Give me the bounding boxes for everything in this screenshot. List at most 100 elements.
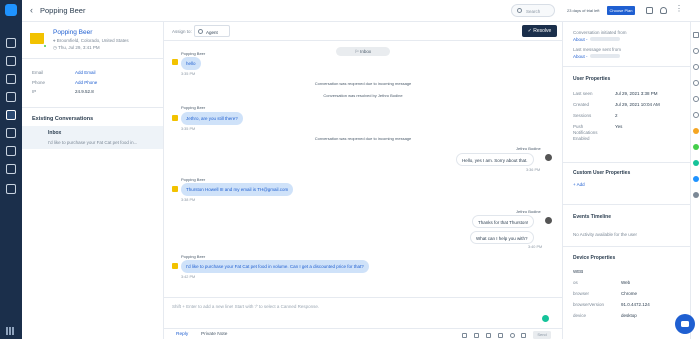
analytics-icon[interactable]	[6, 164, 16, 174]
events-timeline-title: Events Timeline	[573, 214, 611, 220]
integration-teal-icon[interactable]	[693, 160, 699, 166]
conversation-item-snippet: I'd like to purchase your Fat Cat pet fo…	[48, 140, 138, 145]
agent-icon	[198, 29, 203, 34]
divider	[563, 162, 691, 163]
device-label: device	[573, 313, 587, 318]
sender-name: Popping Beer	[181, 105, 206, 110]
grammarly-icon[interactable]	[542, 315, 549, 322]
integration-blue-icon[interactable]	[693, 176, 699, 182]
integrations-strip	[690, 22, 700, 339]
inbox-pill: ⚐ Inbox	[336, 47, 390, 56]
conversations-icon[interactable]	[6, 128, 16, 138]
tab-reply[interactable]: Reply	[176, 332, 188, 337]
push-label-line2: Notifications	[573, 130, 598, 135]
message-bubble: What can I help you with?	[470, 231, 534, 244]
emoji-icon[interactable]	[462, 332, 467, 338]
canned-response-icon[interactable]	[521, 332, 526, 338]
list-icon[interactable]	[693, 64, 699, 70]
app-logo[interactable]	[5, 4, 17, 16]
integration-orange-icon[interactable]	[693, 128, 699, 134]
sessions-label: Sessions	[573, 113, 592, 118]
message-time: 3:35 PM	[181, 72, 196, 76]
tab-private-note[interactable]: Private Note	[201, 332, 227, 337]
search-icon	[517, 8, 522, 13]
created-value: Jul 29, 2021 10:04 AM	[615, 102, 660, 107]
initiated-link[interactable]: About -	[573, 37, 588, 42]
ip-label: IP	[32, 89, 37, 94]
message-bubble: Thanks for that Thurston!	[472, 215, 535, 228]
resolve-button[interactable]: ✓ Resolve	[522, 25, 557, 37]
add-property-link[interactable]: + Add	[573, 182, 585, 187]
smile-icon[interactable]	[510, 332, 515, 338]
integration-gray-icon[interactable]	[693, 192, 699, 198]
push-label-line1: Push	[573, 124, 584, 129]
reply-composer[interactable]: Shift + Enter to add a new line! Start w…	[164, 297, 562, 339]
assign-label: Assign to:	[172, 29, 192, 34]
redacted-text	[590, 37, 620, 41]
last-seen-value: Jul 29, 2021 3:38 PM	[615, 91, 658, 96]
message-bubble: Thurston Howell III and my email is TH@g…	[181, 183, 294, 196]
sender-avatar	[172, 186, 178, 192]
sender-name: Jethro Bodine	[516, 146, 541, 151]
created-label: Created	[573, 102, 590, 107]
contact-location-text: Broomfield, Colorado, United States	[56, 38, 129, 43]
bot-icon[interactable]	[6, 146, 16, 156]
conversation-list-item[interactable]: Inbox I'd like to purchase your Fat Cat …	[22, 126, 163, 149]
contacts-icon[interactable]	[6, 110, 16, 120]
last-message-link[interactable]: About -	[573, 54, 588, 59]
flows-icon[interactable]	[6, 56, 16, 66]
integration-green-icon[interactable]	[693, 144, 699, 150]
cart-icon[interactable]	[693, 112, 699, 118]
divider	[563, 204, 691, 205]
top-bar: ‹ Popping Beer Search 23 days of trial l…	[22, 0, 700, 22]
bell-icon[interactable]	[660, 7, 667, 14]
panel-toggle-icon[interactable]	[693, 32, 699, 38]
agent-dropdown[interactable]: Agent	[194, 25, 230, 37]
message-bubble: I'd like to purchase your Fat Cat pet fo…	[181, 260, 369, 273]
sender-avatar	[172, 59, 178, 65]
image-icon[interactable]	[486, 332, 491, 338]
os-label: os	[573, 280, 578, 285]
message-bubble: Jethro, are you still there?	[181, 112, 243, 125]
contact-location: ⌖ Broomfield, Colorado, United States	[53, 38, 129, 43]
divider	[563, 246, 691, 247]
contact-date-text: Thu, Jul 29, 3:41 PM	[58, 45, 100, 50]
calendar-icon[interactable]	[693, 96, 699, 102]
system-message: Conversation was reopened due to incomin…	[314, 136, 412, 141]
message-time: 3:40 PM	[528, 245, 543, 249]
dashboard-icon[interactable]	[6, 38, 16, 48]
send-button[interactable]: Send	[533, 331, 551, 339]
kebab-menu-icon[interactable]: ⋮	[675, 4, 683, 13]
agent-label: Agent	[206, 29, 218, 35]
sender-name: Popping Beer	[181, 51, 206, 56]
details-panel: Conversation initiated from About - Last…	[562, 22, 691, 339]
choose-plan-button[interactable]: Choose Plan	[607, 6, 635, 15]
chat-widget-button[interactable]	[675, 314, 695, 334]
initiated-label: Conversation initiated from	[573, 30, 627, 35]
settings-icon[interactable]	[6, 184, 16, 194]
add-email-link[interactable]: Add Email	[75, 70, 96, 75]
email-label: Email	[32, 70, 44, 75]
apps-grid-icon[interactable]	[6, 327, 14, 335]
online-status-dot	[43, 44, 47, 48]
divider	[563, 66, 691, 67]
browser-value: Chrome	[621, 291, 638, 296]
trial-text: 23 days of trial left	[567, 8, 600, 13]
ticket-icon[interactable]	[693, 80, 699, 86]
code-icon[interactable]	[498, 332, 503, 338]
sender-avatar	[172, 115, 178, 121]
search-input[interactable]: Search	[511, 4, 555, 17]
chat-bubble-icon	[681, 321, 689, 327]
last-seen-label: Last seen	[573, 91, 593, 96]
book-icon[interactable]	[6, 92, 16, 102]
attachment-icon[interactable]	[474, 332, 479, 338]
contact-card-icon[interactable]	[693, 48, 699, 54]
resolve-label: Resolve	[533, 28, 552, 34]
agent-avatar	[545, 154, 552, 161]
gift-icon[interactable]	[646, 7, 653, 14]
campaigns-icon[interactable]	[6, 74, 16, 84]
add-phone-link[interactable]: Add Phone	[75, 80, 97, 85]
back-arrow-icon[interactable]: ‹	[30, 5, 33, 15]
contact-name[interactable]: Popping Beer	[53, 29, 92, 36]
conversation-item-title: Inbox	[48, 130, 62, 136]
